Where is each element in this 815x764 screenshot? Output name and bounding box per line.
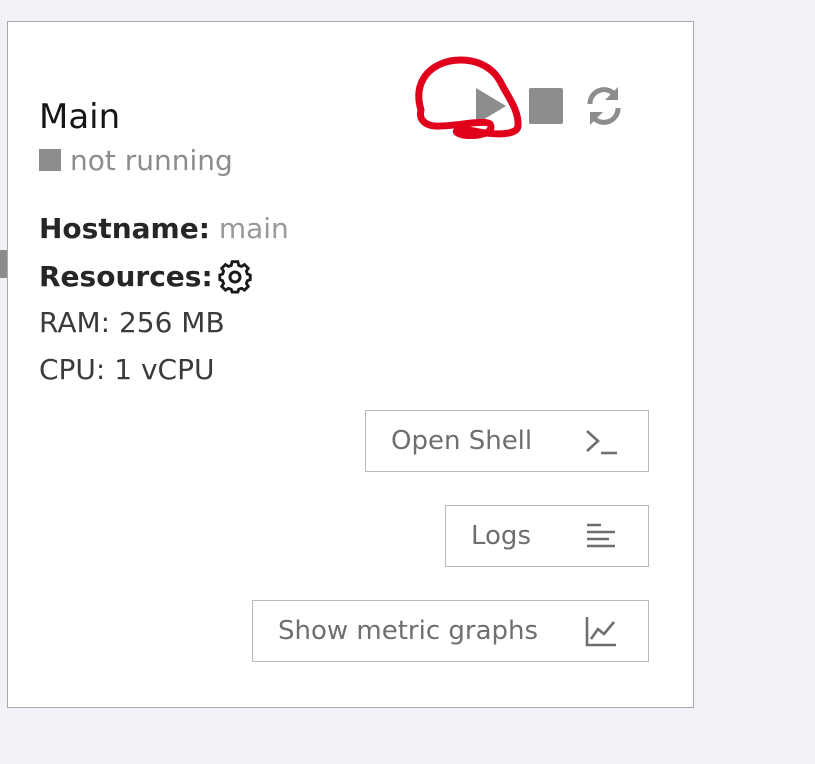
text-lines-icon <box>587 523 615 548</box>
refresh-icon <box>587 87 621 125</box>
start-button[interactable] <box>468 84 512 128</box>
resources-label: Resources: <box>39 260 213 293</box>
open-shell-button[interactable]: Open Shell <box>365 410 649 472</box>
metrics-label: Show metric graphs <box>278 616 539 646</box>
resources-row: Resources: <box>39 259 253 295</box>
show-metric-graphs-button[interactable]: Show metric graphs <box>252 600 649 662</box>
hostname-row: Hostname: main <box>39 212 289 246</box>
hostname-value: main <box>218 212 289 245</box>
gear-icon[interactable] <box>217 259 253 295</box>
hostname-label: Hostname: <box>39 212 210 245</box>
stop-icon <box>529 88 563 124</box>
logs-button[interactable]: Logs <box>445 505 649 567</box>
cpu-info: CPU: 1 vCPU <box>39 353 215 386</box>
terminal-prompt-icon <box>586 430 617 455</box>
status-indicator: not running <box>39 140 233 180</box>
play-icon <box>476 88 506 124</box>
stop-button[interactable] <box>524 84 568 128</box>
open-shell-label: Open Shell <box>391 426 533 456</box>
restart-button[interactable] <box>582 84 626 128</box>
instance-title: Main <box>39 97 121 137</box>
line-chart-icon <box>585 617 616 647</box>
instance-card: Main not running Hostname: main Resource… <box>7 21 694 708</box>
logs-label: Logs <box>471 521 531 551</box>
ram-info: RAM: 256 MB <box>39 306 225 339</box>
instance-controls <box>468 84 638 130</box>
status-text: not running <box>70 143 233 177</box>
stopped-square-icon <box>39 149 61 171</box>
page: Main not running Hostname: main Resource… <box>0 0 815 764</box>
